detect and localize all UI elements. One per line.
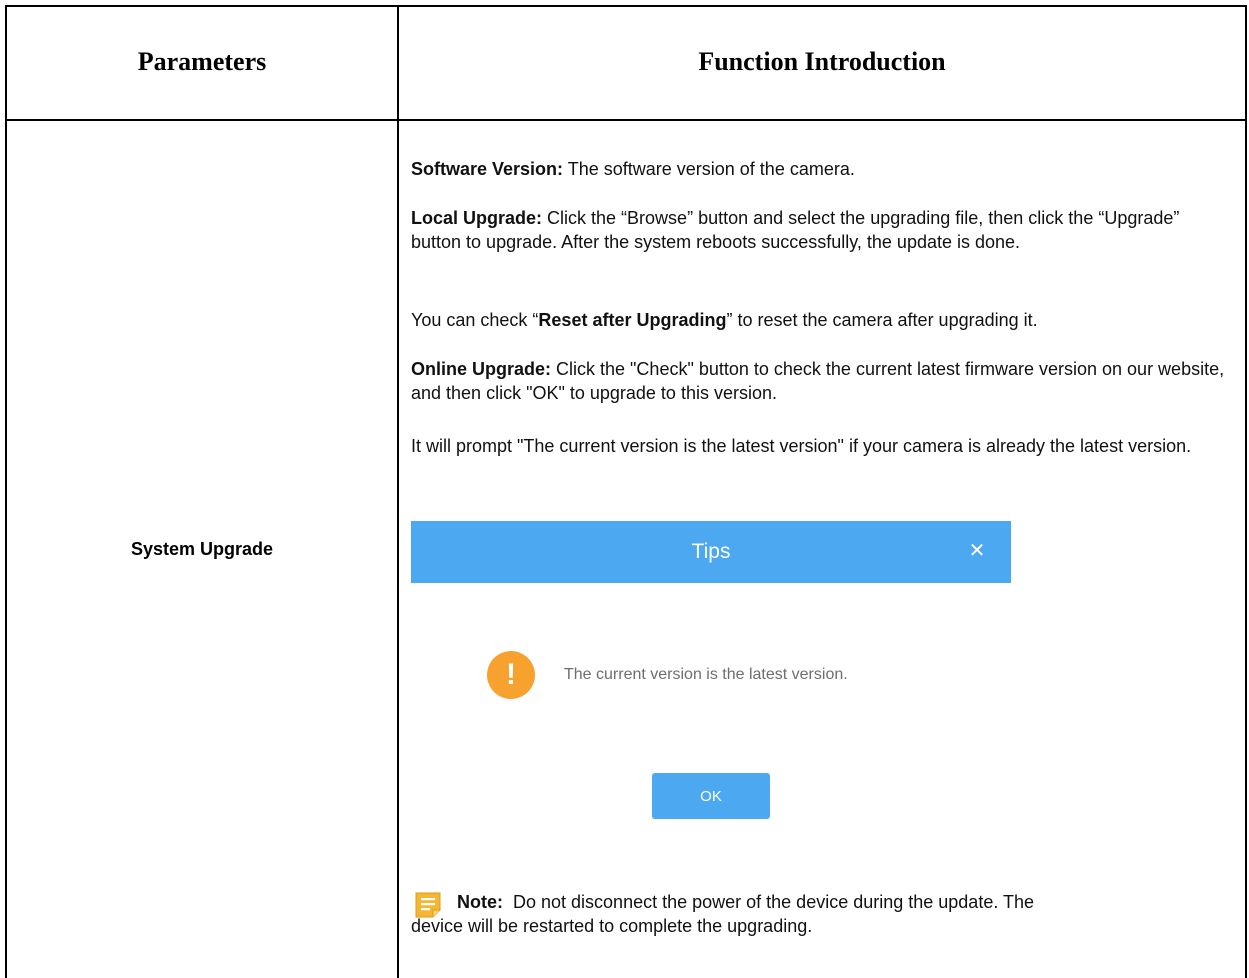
note-text-1: Do not disconnect the power of the devic… <box>503 892 1035 912</box>
local-upgrade-paragraph: Local Upgrade: Click the “Browse” button… <box>411 206 1231 254</box>
reset-prefix: You can check “ <box>411 310 539 330</box>
header-parameters: Parameters <box>137 47 267 76</box>
tips-dialog-header: Tips ✕ <box>411 521 1011 583</box>
warning-icon: ! <box>487 651 535 699</box>
prompt-text: It will prompt "The current version is t… <box>411 436 1192 456</box>
tips-dialog-title: Tips <box>691 540 731 563</box>
reset-suffix: ” to reset the camera after upgrading it… <box>726 310 1038 330</box>
software-version-text: The software version of the camera. <box>563 159 855 179</box>
tips-dialog-message: The current version is the latest versio… <box>564 666 848 683</box>
prompt-paragraph: It will prompt "The current version is t… <box>411 434 1231 458</box>
online-upgrade-label: Online Upgrade: <box>411 359 552 379</box>
note-line-2: device will be restarted to complete the… <box>411 916 813 936</box>
parameter-name: System Upgrade <box>130 538 274 559</box>
ok-button[interactable]: OK <box>652 773 770 819</box>
online-upgrade-paragraph: Online Upgrade: Click the "Check" button… <box>411 357 1231 405</box>
software-version-label: Software Version: <box>411 159 564 179</box>
header-function-introduction: Function Introduction <box>698 47 946 76</box>
note-line-1: Note: Do not disconnect the power of the… <box>457 890 1247 914</box>
reset-after-upgrading-label: Reset after Upgrading <box>538 310 727 330</box>
reset-paragraph: You can check “Reset after Upgrading” to… <box>411 308 1231 332</box>
table-border-right <box>1245 5 1247 978</box>
software-version-paragraph: Software Version: The software version o… <box>411 157 1231 181</box>
local-upgrade-label: Local Upgrade: <box>411 208 543 228</box>
table-border-middle <box>397 5 399 978</box>
parameters-table: Parameters Function Introduction System … <box>0 0 1249 978</box>
note-label: Note: <box>457 892 503 912</box>
close-icon[interactable]: ✕ <box>965 538 989 562</box>
